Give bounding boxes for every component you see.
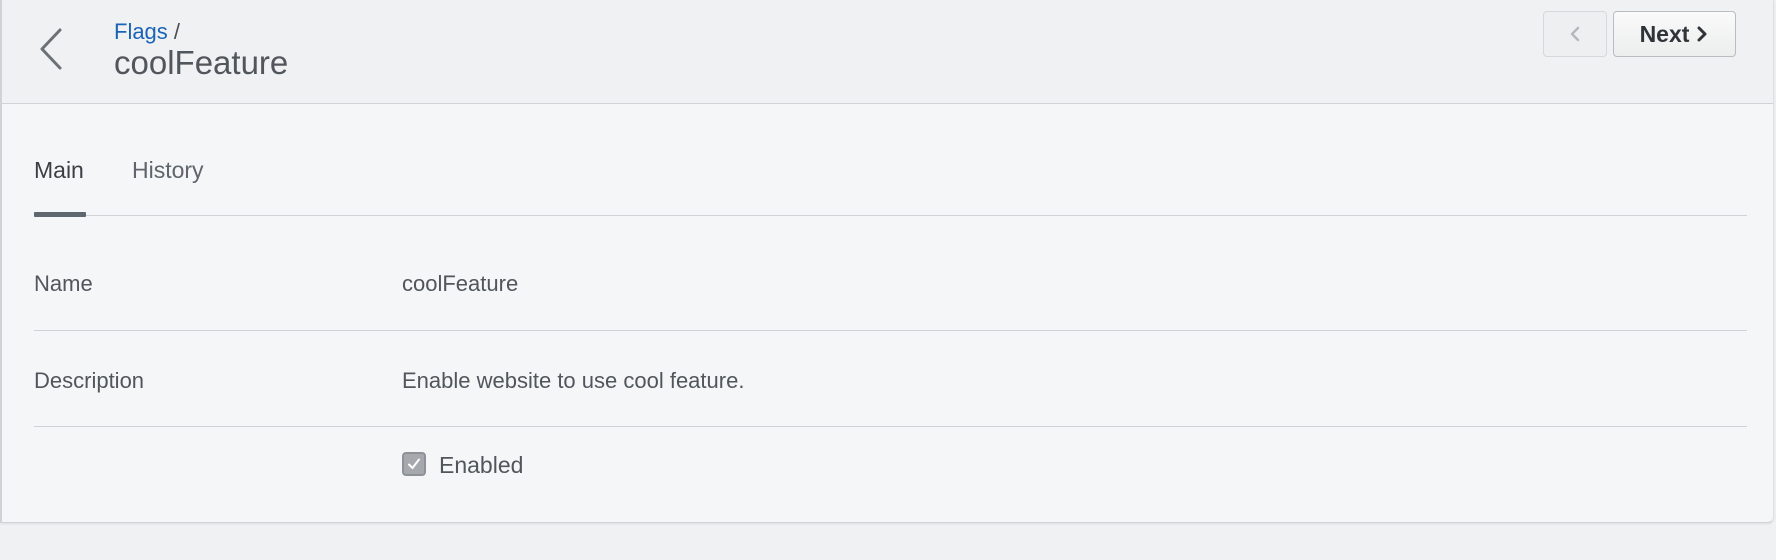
description-row: Description Enable website to use cool f… bbox=[34, 331, 1747, 427]
next-button-label: Next bbox=[1639, 20, 1690, 47]
back-button[interactable] bbox=[32, 24, 72, 74]
chevron-left-icon bbox=[1570, 26, 1580, 42]
previous-button[interactable] bbox=[1543, 11, 1607, 57]
description-value: Enable website to use cool feature. bbox=[402, 368, 745, 393]
breadcrumb-separator: / bbox=[173, 19, 181, 44]
breadcrumb-link-flags[interactable]: Flags bbox=[114, 19, 168, 44]
flag-detail-panel: Flags / coolFeature Next Main History Na… bbox=[0, 0, 1774, 523]
tab-bar: Main History bbox=[34, 140, 1747, 217]
next-button[interactable]: Next bbox=[1613, 11, 1736, 57]
checkmark-icon bbox=[408, 458, 420, 469]
tab-main[interactable]: Main bbox=[34, 157, 84, 184]
name-value: coolFeature bbox=[402, 271, 519, 296]
tab-history[interactable]: History bbox=[132, 157, 204, 184]
enabled-checkbox-label[interactable]: Enabled bbox=[439, 452, 523, 479]
tab-history-label: History bbox=[132, 157, 204, 183]
description-label: Description bbox=[34, 368, 145, 393]
name-row: Name coolFeature bbox=[34, 215, 1747, 331]
breadcrumb: Flags / bbox=[114, 19, 180, 45]
page-title: coolFeature bbox=[114, 44, 289, 81]
chevron-left-icon bbox=[40, 28, 62, 70]
name-label: Name bbox=[34, 271, 93, 296]
page-header: Flags / coolFeature Next bbox=[2, 0, 1773, 104]
chevron-right-icon bbox=[1697, 26, 1707, 42]
enabled-checkbox[interactable] bbox=[402, 452, 426, 476]
tab-main-label: Main bbox=[34, 157, 84, 183]
